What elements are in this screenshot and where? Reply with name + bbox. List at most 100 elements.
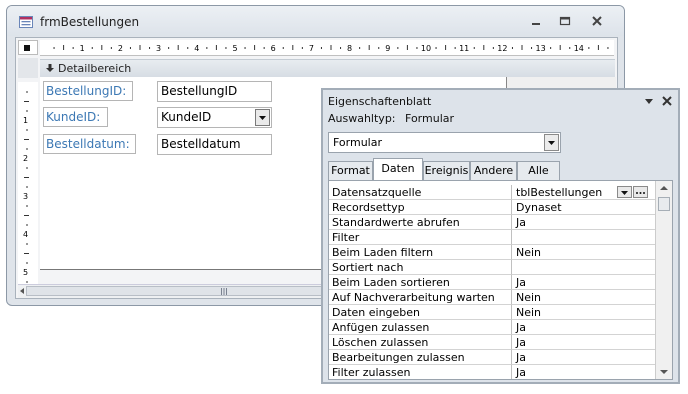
- property-value[interactable]: Ja: [512, 275, 655, 290]
- tab-ereignis[interactable]: Ereignis: [423, 161, 470, 180]
- property-row[interactable]: Standardwerte abrufen Ja: [329, 215, 655, 230]
- ruler-number: 4: [23, 230, 28, 239]
- ruler-tick: [215, 45, 217, 50]
- property-value[interactable]: Nein: [512, 305, 655, 320]
- kundeid-label[interactable]: KundeID:: [43, 107, 108, 127]
- property-scroll-thumb[interactable]: [658, 197, 670, 211]
- close-icon[interactable]: [661, 95, 673, 107]
- scroll-left-icon[interactable]: [18, 286, 26, 296]
- property-row[interactable]: Recordsettyp Dynaset: [329, 200, 655, 215]
- tab-andere[interactable]: Andere: [470, 161, 517, 180]
- property-value[interactable]: Nein: [512, 290, 655, 305]
- property-row[interactable]: Filter zulassen Ja: [329, 365, 655, 379]
- ruler-number: 2: [118, 44, 123, 53]
- kundeid-dropdown-button[interactable]: [255, 109, 270, 126]
- ruler-tick: [473, 47, 475, 49]
- ruler-tick: [397, 47, 399, 49]
- property-name: Standardwerte abrufen: [329, 215, 512, 230]
- ruler-number: 5: [23, 268, 28, 277]
- property-row[interactable]: Beim Laden filtern Nein: [329, 245, 655, 260]
- chevron-down-icon: [548, 141, 555, 145]
- property-row[interactable]: Datensatzquelle tblBestellungen: [329, 185, 655, 200]
- property-value[interactable]: Ja: [512, 215, 655, 230]
- scroll-up-icon[interactable]: [659, 184, 669, 192]
- bestellungid-label[interactable]: BestellungID:: [43, 81, 133, 101]
- ruler-number: 11: [459, 44, 469, 53]
- bestellungid-textbox[interactable]: BestellungID: [157, 81, 272, 102]
- tab-format[interactable]: Format: [328, 161, 373, 180]
- ruler-tick: [569, 47, 571, 49]
- ruler-tick: [521, 45, 523, 50]
- detail-section-bar[interactable]: Detailbereich: [40, 59, 615, 77]
- object-selector-combobox[interactable]: Formular: [328, 132, 561, 153]
- property-dropdown-button[interactable]: [617, 186, 632, 198]
- property-value[interactable]: [512, 230, 655, 245]
- property-tabs: Format Daten Ereignis Andere Alle: [328, 158, 668, 180]
- bestelldatum-label[interactable]: Bestelldatum:: [43, 134, 136, 154]
- horizontal-ruler[interactable]: 1 2 3 4 5 6 7 8 9 10 11 12 13 14: [40, 40, 614, 56]
- property-value[interactable]: Ja: [512, 365, 655, 379]
- ruler-tick: [129, 47, 131, 49]
- ruler-tick: [597, 45, 599, 50]
- kundeid-combobox[interactable]: KundeID: [157, 107, 272, 128]
- property-value[interactable]: Ja: [512, 350, 655, 365]
- ruler-tick: [101, 45, 103, 50]
- scroll-down-icon[interactable]: [659, 368, 669, 376]
- close-icon[interactable]: [590, 14, 604, 28]
- property-name: Beim Laden filtern: [329, 245, 512, 260]
- property-row[interactable]: Löschen zulassen Ja: [329, 335, 655, 350]
- ruler-tick: [149, 47, 151, 49]
- vertical-ruler[interactable]: 1 2 3 4 5: [18, 82, 38, 296]
- ruler-tick: [24, 101, 29, 102]
- ruler-number: 5: [232, 44, 237, 53]
- ruler-tick: [206, 47, 208, 49]
- ruler-number: 13: [536, 44, 546, 53]
- ruler-tick: [26, 186, 28, 188]
- builder-button[interactable]: [633, 186, 648, 198]
- chevron-down-icon: [621, 191, 628, 195]
- property-row[interactable]: Anfügen zulassen Ja: [329, 320, 655, 335]
- property-sheet-title: Eigenschaftenblatt: [328, 95, 432, 108]
- ruler-number: 3: [156, 44, 161, 53]
- restore-icon[interactable]: [558, 14, 572, 28]
- ruler-tick: [72, 47, 74, 49]
- property-name: Löschen zulassen: [329, 335, 512, 350]
- property-grid: Datensatzquelle tblBestellungen Recordse…: [328, 180, 673, 380]
- bestelldatum-textbox[interactable]: Bestelldatum: [157, 134, 272, 155]
- property-row[interactable]: Filter: [329, 230, 655, 245]
- tab-alle[interactable]: Alle: [517, 161, 560, 180]
- ruler-tick: [24, 139, 29, 140]
- property-value[interactable]: Ja: [512, 335, 655, 350]
- form-selector[interactable]: [18, 40, 38, 55]
- ruler-tick: [26, 148, 28, 150]
- tab-daten[interactable]: Daten: [373, 158, 423, 180]
- property-row[interactable]: Auf Nachverarbeitung warten Nein: [329, 290, 655, 305]
- ruler-tick: [63, 45, 65, 50]
- object-selector-dropdown[interactable]: [544, 134, 559, 151]
- property-vertical-scrollbar[interactable]: [655, 181, 672, 379]
- property-value[interactable]: Ja: [512, 320, 655, 335]
- ruler-tick: [559, 45, 561, 50]
- form-titlebar[interactable]: frmBestellungen: [7, 6, 624, 36]
- kundeid-combobox-value: KundeID: [161, 110, 212, 124]
- minimize-icon[interactable]: [529, 14, 543, 28]
- property-row[interactable]: Daten eingeben Nein: [329, 305, 655, 320]
- property-value[interactable]: tblBestellungen: [512, 185, 655, 200]
- property-value[interactable]: Nein: [512, 245, 655, 260]
- property-row[interactable]: Bearbeitungen zulassen Ja: [329, 350, 655, 365]
- ruler-number: 3: [23, 192, 28, 201]
- selection-type-line: Auswahltyp: Formular: [328, 112, 454, 125]
- ruler-tick: [26, 167, 28, 169]
- ruler-tick: [340, 47, 342, 49]
- property-name: Auf Nachverarbeitung warten: [329, 290, 512, 305]
- property-value[interactable]: Dynaset: [512, 200, 655, 215]
- ruler-tick: [225, 47, 227, 49]
- ruler-tick: [177, 45, 179, 50]
- property-value[interactable]: [512, 260, 655, 275]
- property-row[interactable]: Sortiert nach: [329, 260, 655, 275]
- ruler-number: 9: [385, 44, 390, 53]
- ruler-tick: [550, 47, 552, 49]
- property-row[interactable]: Beim Laden sortieren Ja: [329, 275, 655, 290]
- ruler-tick: [139, 45, 141, 50]
- dropdown-arrow-icon[interactable]: [643, 95, 655, 107]
